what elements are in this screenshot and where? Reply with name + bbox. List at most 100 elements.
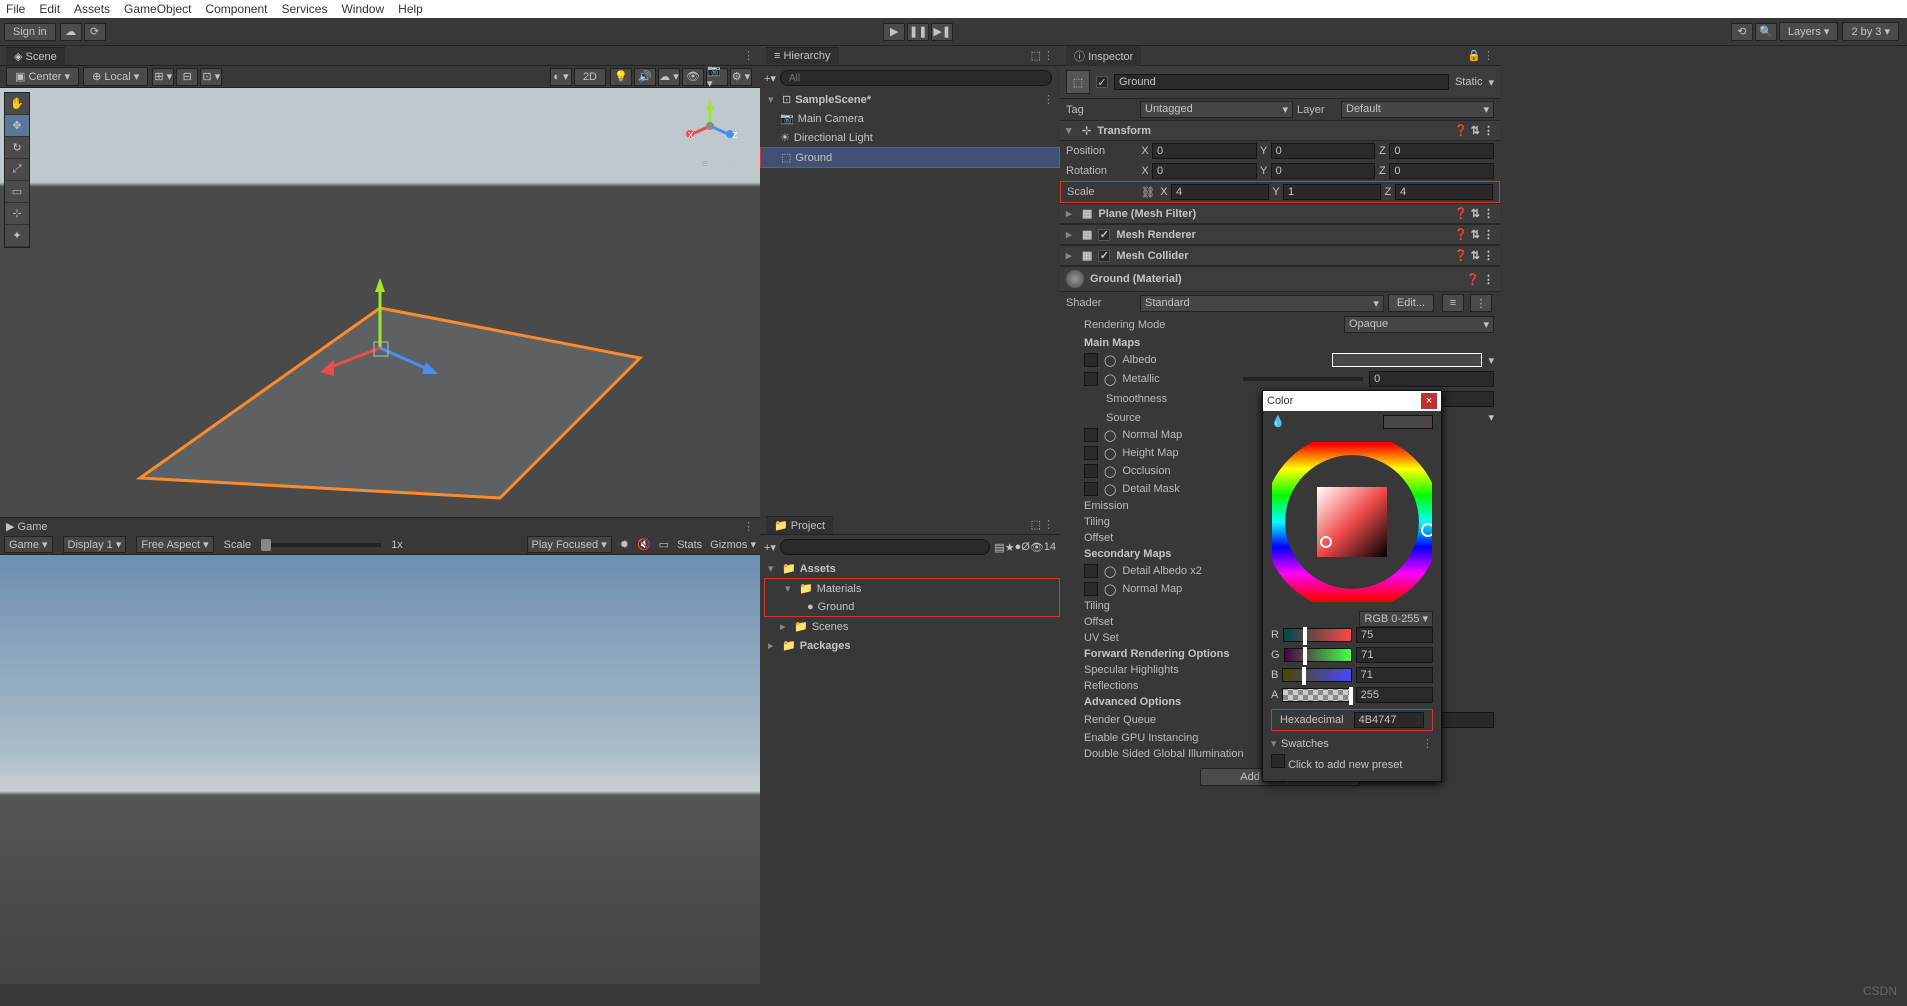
hierarchy-main-camera[interactable]: 📷 Main Camera [760, 109, 1060, 128]
rotate-tool[interactable]: ↻ [5, 137, 29, 159]
game-view[interactable] [0, 555, 760, 984]
tag-dropdown[interactable]: Untagged ▾ [1140, 101, 1293, 118]
shader-dropdown[interactable]: Standard▾ [1140, 295, 1384, 312]
rot-z[interactable] [1389, 163, 1494, 179]
metallic-slider[interactable] [1243, 377, 1363, 381]
metallic-slot[interactable] [1084, 372, 1098, 386]
pos-z[interactable] [1389, 143, 1494, 159]
color-wheel[interactable] [1272, 442, 1432, 602]
shader-settings-icon[interactable]: ≡ [1442, 294, 1464, 312]
vsync-icon[interactable]: ▭ [659, 538, 669, 551]
game-menu-icon[interactable]: ⋮ [743, 520, 754, 533]
color-mode-dropdown[interactable]: RGB 0-255 ▾ [1359, 611, 1433, 627]
project-search[interactable] [780, 539, 990, 555]
layers-dropdown[interactable]: Layers ▾ [1779, 22, 1839, 41]
ground-material[interactable]: ● Ground [765, 598, 1059, 616]
swatches-label[interactable]: Swatches [1281, 738, 1329, 750]
orientation-gizmo[interactable]: xz [680, 98, 740, 158]
scl-z[interactable] [1395, 184, 1493, 200]
hex-field[interactable] [1354, 712, 1424, 728]
sec-normalmap-slot[interactable] [1084, 582, 1098, 596]
r-slider[interactable] [1283, 628, 1352, 642]
project-hidden-icon[interactable]: Ø [1021, 541, 1030, 553]
menu-help[interactable]: Help [398, 2, 423, 16]
fx-icon[interactable]: ☁ ▾ [658, 68, 680, 86]
rot-x[interactable] [1152, 163, 1257, 179]
play-focused-dropdown[interactable]: Play Focused ▾ [527, 536, 612, 553]
hierarchy-menu-icon[interactable]: ⋮ [1043, 49, 1054, 62]
play-button[interactable]: ▶ [883, 23, 905, 41]
game-device-dropdown[interactable]: Game ▾ [4, 536, 53, 553]
hierarchy-ground[interactable]: ⬚ Ground [760, 147, 1060, 168]
metallic-value[interactable] [1369, 371, 1494, 387]
heightmap-slot[interactable] [1084, 446, 1098, 460]
hierarchy-directional-light[interactable]: ☀ Directional Light [760, 128, 1060, 147]
layer-dropdown[interactable]: Default ▾ [1341, 101, 1494, 118]
project-pin-icon[interactable]: ⬚ [1031, 518, 1041, 531]
rendermode-dropdown[interactable]: Opaque▾ [1344, 316, 1494, 333]
project-filter-icon[interactable]: ▤ [994, 541, 1004, 554]
edit-shader-button[interactable]: Edit... [1388, 294, 1434, 312]
menu-assets[interactable]: Assets [74, 2, 110, 16]
scene-root[interactable]: ▾⊡ SampleScene*⋮ [760, 90, 1060, 109]
scene-view[interactable]: ✋ ✥ ↻ ⤢ ▭ ⊹ ✦ xz [0, 88, 760, 517]
pause-button[interactable]: ❚❚ [907, 23, 929, 41]
albedo-slot[interactable] [1084, 353, 1098, 367]
b-value[interactable] [1356, 667, 1433, 683]
audio-icon[interactable]: 🔊 [634, 68, 656, 86]
scl-x[interactable] [1171, 184, 1269, 200]
2d-toggle[interactable]: 2D [574, 68, 606, 86]
scene-tab[interactable]: ◈ Scene [6, 47, 65, 65]
grid-snap-icon[interactable]: ⊞ ▾ [152, 68, 174, 86]
lighting-icon[interactable]: 💡 [610, 68, 632, 86]
snap-settings-icon[interactable]: ⊡ ▾ [200, 68, 222, 86]
detailmask-slot[interactable] [1084, 482, 1098, 496]
history-icon[interactable]: ⟳ [84, 23, 106, 41]
static-label[interactable]: Static [1455, 76, 1483, 88]
gizmos-icon[interactable]: ⚙ ▾ [730, 68, 752, 86]
signin-button[interactable]: Sign in [4, 23, 56, 41]
hierarchy-pin-icon[interactable]: ⬚ [1031, 49, 1041, 62]
albedo-color[interactable] [1332, 353, 1482, 367]
projection-label[interactable]: ≡ Persp [680, 158, 740, 170]
r-value[interactable] [1356, 627, 1433, 643]
scale-tool[interactable]: ⤢ [5, 159, 29, 181]
a-slider[interactable] [1282, 688, 1351, 702]
aspect-dropdown[interactable]: Free Aspect ▾ [136, 536, 213, 553]
eyedropper-icon[interactable]: 💧 [1271, 416, 1285, 428]
source-dropdown[interactable]: ▾ [1488, 411, 1494, 424]
pos-x[interactable] [1152, 143, 1257, 159]
draw-mode-icon[interactable]: ◐ ▾ [550, 68, 572, 86]
scale-link-icon[interactable]: ⛓ [1141, 186, 1155, 199]
pivot-toggle[interactable]: ▣ Center ▾ [6, 67, 79, 86]
scl-y[interactable] [1283, 184, 1381, 200]
new-preset-hint[interactable]: Click to add new preset [1288, 759, 1402, 771]
scale-slider[interactable] [261, 543, 381, 547]
assets-folder[interactable]: ▾📁 Assets [760, 559, 1060, 578]
menu-edit[interactable]: Edit [39, 2, 60, 16]
meshfilter-header[interactable]: ▸▦ Plane (Mesh Filter)❓ ⇅ ⋮ [1060, 203, 1500, 224]
step-button[interactable]: ▶❚ [931, 23, 953, 41]
scene-menu-icon[interactable]: ⋮ [743, 49, 754, 62]
space-toggle[interactable]: ⊕ Local ▾ [83, 67, 148, 86]
a-value[interactable] [1356, 687, 1433, 703]
occlusion-slot[interactable] [1084, 464, 1098, 478]
pos-y[interactable] [1271, 143, 1376, 159]
hidden-icon[interactable]: 👁 [682, 68, 704, 86]
g-value[interactable] [1356, 647, 1433, 663]
custom-tool[interactable]: ✦ [5, 225, 29, 247]
move-tool[interactable]: ✥ [5, 115, 29, 137]
colorpicker-close[interactable]: × [1421, 393, 1437, 409]
menu-gameobject[interactable]: GameObject [124, 2, 191, 16]
transform-tool[interactable]: ⊹ [5, 203, 29, 225]
inspector-tab[interactable]: ⓘ Inspector [1066, 46, 1141, 66]
project-label-icon[interactable]: ● [1015, 541, 1022, 553]
hierarchy-tab[interactable]: ≡ Hierarchy [766, 47, 839, 64]
g-slider[interactable] [1284, 648, 1353, 662]
project-fav-icon[interactable]: ★ [1005, 541, 1015, 554]
name-field[interactable] [1114, 74, 1449, 90]
gizmo-settings-icon[interactable]: ✹ [620, 538, 629, 551]
project-tab[interactable]: 📁 Project [766, 516, 833, 534]
search-icon[interactable]: 🔍 [1755, 23, 1777, 41]
display-dropdown[interactable]: Display 1 ▾ [63, 536, 127, 553]
